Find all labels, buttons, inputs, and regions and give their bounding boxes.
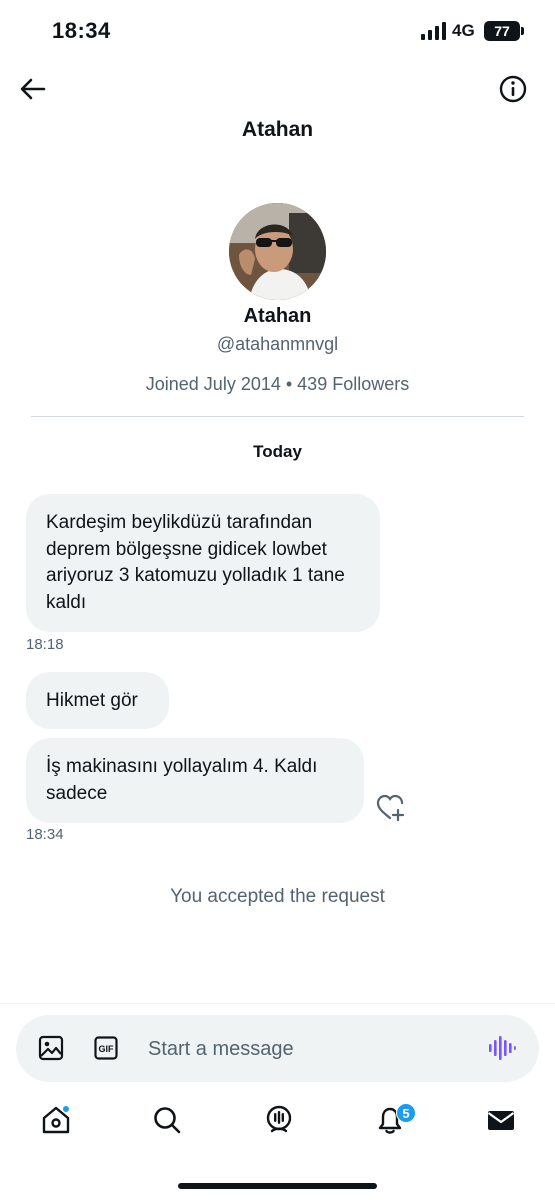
status-bar: 18:34 4G 77	[0, 0, 555, 64]
image-icon[interactable]	[38, 1035, 64, 1061]
avatar-photo	[229, 203, 326, 300]
date-header: Today	[253, 442, 302, 461]
arrow-left-icon[interactable]	[18, 74, 48, 104]
search-icon[interactable]	[151, 1104, 183, 1136]
conversation-title: Atahan	[241, 118, 314, 141]
gif-label: GIF	[99, 1044, 115, 1054]
composer-divider	[0, 1003, 555, 1004]
message-bubble[interactable]: Hikmet gör	[26, 672, 169, 729]
home-indicator[interactable]	[178, 1183, 377, 1189]
battery-icon: 77	[484, 21, 520, 41]
message-composer: GIF	[16, 1015, 539, 1082]
network-type: 4G	[452, 21, 475, 40]
system-note: You accepted the request	[170, 886, 385, 907]
home-unread-dot	[62, 1105, 70, 1113]
battery-tip	[521, 27, 524, 35]
gif-icon[interactable]: GIF	[94, 1036, 118, 1060]
status-time: 18:34	[52, 18, 111, 43]
voice-message-icon[interactable]	[488, 1035, 516, 1061]
heart-plus-icon[interactable]	[375, 793, 407, 823]
envelope-icon[interactable]	[485, 1104, 517, 1136]
tab-bar: 5	[0, 1090, 555, 1160]
message-bubble[interactable]: Kardeşim beylikdüzü tarafından deprem bö…	[26, 494, 380, 632]
spaces-icon[interactable]	[263, 1104, 295, 1136]
profile-meta: Joined July 2014 • 439 Followers	[145, 374, 410, 394]
profile-handle[interactable]: @atahanmnvgl	[0, 334, 555, 355]
info-icon[interactable]	[498, 74, 528, 104]
notifications-badge: 5	[396, 1103, 416, 1123]
avatar[interactable]	[229, 203, 326, 300]
message-input[interactable]	[148, 1033, 468, 1065]
message-bubble[interactable]: İş makinasını yollayalım 4. Kaldı sadece	[26, 738, 364, 823]
profile-name[interactable]: Atahan	[0, 305, 555, 328]
divider	[31, 416, 524, 417]
message-timestamp: 18:18	[26, 636, 64, 653]
signal-icon	[421, 22, 446, 40]
message-timestamp: 18:34	[26, 826, 64, 843]
